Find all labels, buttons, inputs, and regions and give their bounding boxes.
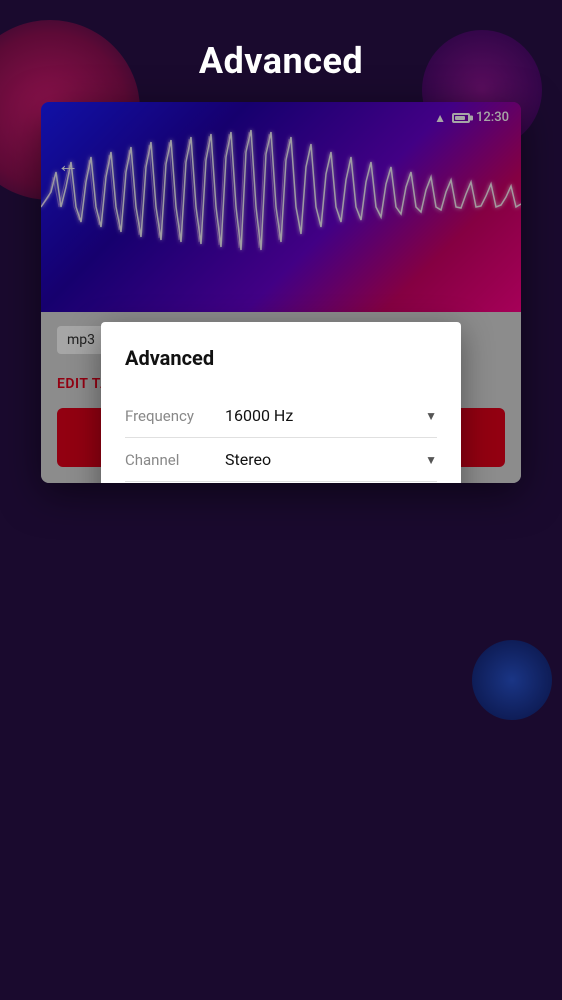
frequency-arrow-icon: ▼ [425, 409, 437, 423]
frequency-value: 16000 Hz [225, 406, 293, 425]
channel-row: Channel Stereo ▼ [125, 438, 437, 482]
dialog-title: Advanced [125, 346, 437, 370]
dialog-overlay: Advanced Frequency 16000 Hz ▼ Channel St… [41, 102, 521, 483]
channel-arrow-icon: ▼ [425, 453, 437, 467]
volume-row: Volume 110% [125, 482, 437, 483]
frequency-select[interactable]: 16000 Hz ▼ [225, 406, 437, 425]
frequency-row: Frequency 16000 Hz ▼ [125, 394, 437, 438]
channel-value: Stereo [225, 450, 271, 469]
page-title: Advanced [199, 40, 363, 82]
bg-circle-bottom-right [472, 640, 552, 720]
channel-select[interactable]: Stereo ▼ [225, 450, 437, 469]
frequency-label: Frequency [125, 407, 225, 425]
channel-label: Channel [125, 451, 225, 469]
phone-screen: ▲ 12:30 ← [41, 102, 521, 483]
advanced-dialog: Advanced Frequency 16000 Hz ▼ Channel St… [101, 322, 461, 483]
